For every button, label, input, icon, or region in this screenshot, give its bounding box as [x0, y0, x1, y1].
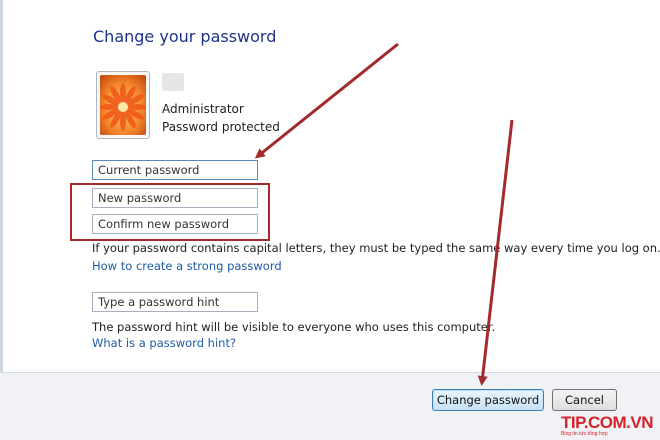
watermark-tagline: Blog tin tức tổng hợp: [561, 431, 608, 437]
password-hint-help-link[interactable]: What is a password hint?: [92, 336, 236, 350]
change-password-button[interactable]: Change password: [432, 389, 544, 411]
user-role: Administrator: [162, 102, 244, 116]
password-hint-input[interactable]: [92, 292, 258, 312]
arrow-to-current-password: [254, 42, 399, 159]
user-avatar: [96, 71, 150, 139]
capital-letters-note: If your password contains capital letter…: [92, 241, 660, 255]
page-title: Change your password: [93, 27, 277, 46]
username-redacted: [162, 73, 184, 91]
new-password-input[interactable]: [92, 188, 258, 208]
cancel-button[interactable]: Cancel: [552, 389, 617, 411]
strong-password-link[interactable]: How to create a strong password: [92, 259, 282, 273]
hint-visibility-note: The password hint will be visible to eve…: [92, 320, 496, 334]
current-password-input[interactable]: [92, 160, 258, 180]
user-password-status: Password protected: [162, 120, 280, 134]
site-watermark-logo: TIP.COM.VN Blog tin tức tổng hợp: [561, 414, 653, 437]
watermark-brand: TIP.COM.VN: [561, 413, 653, 432]
confirm-password-input[interactable]: [92, 214, 258, 234]
flower-picture-icon: [100, 75, 146, 135]
